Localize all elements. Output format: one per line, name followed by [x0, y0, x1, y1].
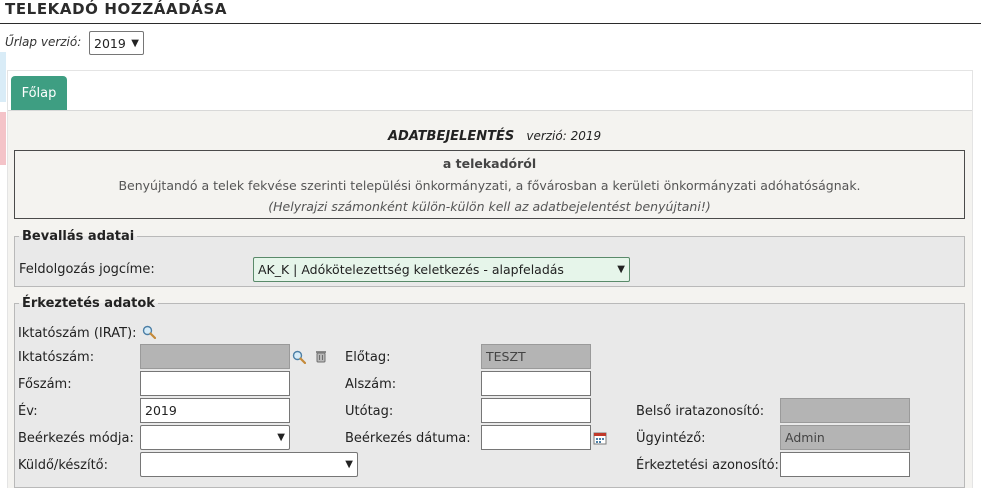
- side-strip-blue: [0, 52, 6, 102]
- form-version-label: Űrlap verzió:: [5, 35, 82, 49]
- form-version-select[interactable]: 2019 ▼: [89, 31, 144, 55]
- tab-folap[interactable]: Főlap: [11, 76, 67, 110]
- erkeztetes-legend: Érkeztetés adatok: [22, 296, 155, 311]
- beerkezes-datuma-label: Beérkezés dátuma:: [345, 431, 471, 446]
- alszam-field[interactable]: [481, 371, 591, 396]
- side-strip-pink: [0, 112, 6, 165]
- title-divider: [0, 23, 981, 24]
- kuldo-label: Küldő/készítő:: [18, 458, 109, 473]
- jogcim-value: AK_K | Adókötelezettség keletkezés - ala…: [258, 262, 564, 277]
- ev-field[interactable]: 2019: [140, 398, 290, 423]
- jogcim-label: Feldolgozás jogcíme:: [19, 262, 155, 277]
- ugyintezo-field: Admin: [780, 425, 910, 450]
- elotag-field: TESZT: [481, 344, 591, 369]
- info-box: a telekadóról Benyújtandó a telek fekvés…: [14, 150, 965, 219]
- beerkezes-modja-label: Beérkezés módja:: [18, 431, 134, 446]
- document-name: ADATBEJELENTÉS: [388, 129, 515, 144]
- beerkezes-datuma-field[interactable]: [481, 425, 591, 450]
- utotag-field[interactable]: [481, 398, 591, 423]
- chevron-down-icon: ▼: [617, 264, 625, 275]
- document-version: verzió: 2019: [526, 129, 602, 143]
- chevron-down-icon: ▼: [345, 459, 353, 470]
- info-box-note: (Helyrajzi számonként külön-külön kell a…: [268, 199, 711, 214]
- calendar-icon[interactable]: [593, 431, 607, 445]
- kuldo-select[interactable]: ▼: [140, 452, 358, 477]
- page-title: TELEKADÓ HOZZÁADÁSA: [5, 0, 228, 18]
- elotag-label: Előtag:: [345, 350, 391, 365]
- form-version-value: 2019: [94, 35, 126, 51]
- foszam-label: Főszám:: [18, 377, 72, 392]
- iktatoszam-field[interactable]: [140, 344, 290, 369]
- trash-icon[interactable]: [314, 349, 328, 363]
- tab-label: Főlap: [21, 85, 57, 101]
- chevron-down-icon: ▼: [277, 432, 285, 443]
- document-heading: ADATBEJELENTÉS verzió: 2019: [388, 129, 601, 144]
- erkeztetesi-azonosito-field[interactable]: [780, 452, 910, 477]
- ugyintezo-label: Ügyintéző:: [636, 431, 706, 446]
- utotag-label: Utótag:: [345, 404, 394, 419]
- bevallas-legend: Bevallás adatai: [22, 229, 135, 244]
- magnifier-icon[interactable]: [142, 325, 156, 339]
- magnifier-icon[interactable]: [292, 350, 306, 364]
- beerkezes-modja-select[interactable]: ▼: [140, 425, 290, 450]
- chevron-down-icon: ▼: [131, 37, 139, 49]
- belso-iratazonosito-label: Belső iratazonosító:: [636, 404, 765, 419]
- jogcim-select[interactable]: AK_K | Adókötelezettség keletkezés - ala…: [253, 257, 630, 282]
- alszam-label: Alszám:: [345, 377, 397, 392]
- ev-label: Év:: [18, 404, 38, 419]
- belso-iratazonosito-field: [780, 398, 910, 423]
- erkeztetesi-azonosito-label: Érkeztetési azonosító:: [636, 458, 779, 473]
- irat-label: Iktatószám (IRAT):: [18, 326, 137, 341]
- iktatoszam-label: Iktatószám:: [18, 350, 95, 365]
- foszam-field[interactable]: [140, 371, 290, 396]
- info-box-text: Benyújtandó a telek fekvése szerinti tel…: [118, 178, 861, 193]
- info-box-title: a telekadóról: [442, 156, 537, 171]
